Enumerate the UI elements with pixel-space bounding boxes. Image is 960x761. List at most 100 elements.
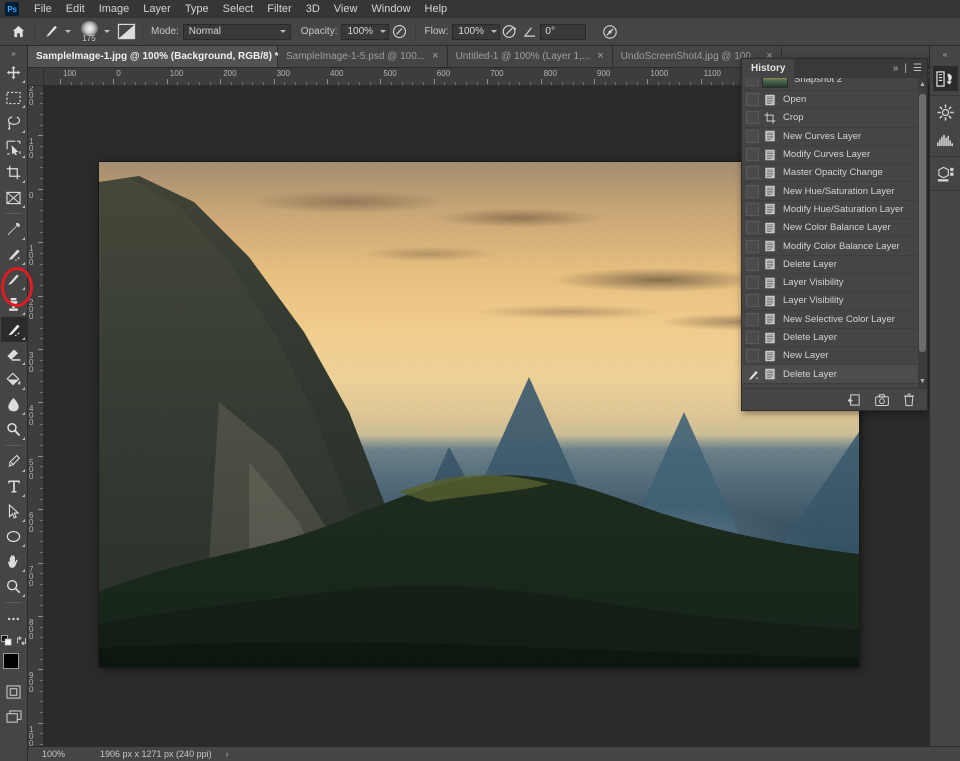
history-state-row[interactable]: New Color Balance Layer bbox=[742, 219, 927, 237]
scroll-up-icon[interactable]: ▲ bbox=[918, 78, 927, 91]
history-source-toggle[interactable] bbox=[746, 276, 759, 289]
ellipse-shape-tool[interactable] bbox=[1, 524, 27, 549]
move-tool[interactable] bbox=[1, 60, 27, 85]
double-chevron-right-icon[interactable]: » bbox=[893, 64, 899, 74]
toolbar-expand-icon[interactable]: » bbox=[0, 46, 28, 60]
history-state-row[interactable]: Modify Hue/Saturation Layer bbox=[742, 201, 927, 219]
history-source-toggle[interactable] bbox=[746, 221, 759, 234]
menu-item-filter[interactable]: Filter bbox=[260, 1, 298, 17]
history-state-list[interactable]: Snapshot 2OpenCropNew Curves LayerModify… bbox=[742, 78, 927, 388]
menu-item-layer[interactable]: Layer bbox=[136, 1, 178, 17]
history-source-toggle[interactable] bbox=[746, 258, 759, 271]
history-source-toggle[interactable] bbox=[746, 93, 759, 106]
edit-toolbar[interactable] bbox=[1, 606, 27, 631]
hand-tool[interactable] bbox=[1, 549, 27, 574]
history-source-toggle[interactable] bbox=[746, 349, 759, 362]
panel-menu-icon[interactable]: ☰ bbox=[913, 64, 922, 74]
brush-preset-icon[interactable] bbox=[41, 22, 61, 42]
ruler-corner[interactable] bbox=[28, 68, 44, 86]
clone-stamp-tool[interactable] bbox=[1, 292, 27, 317]
menu-item-image[interactable]: Image bbox=[92, 1, 137, 17]
eyedropper-tool[interactable] bbox=[1, 217, 27, 242]
pen-tool[interactable] bbox=[1, 449, 27, 474]
flow-input[interactable]: 100% bbox=[452, 24, 500, 40]
history-state-row[interactable]: Layer Visibility bbox=[742, 274, 927, 292]
document-tab-2[interactable]: Untitled-1 @ 100% (Layer 1,...× bbox=[448, 46, 613, 67]
scroll-down-icon[interactable]: ▼ bbox=[918, 375, 927, 388]
new-document-icon[interactable] bbox=[847, 393, 861, 407]
frame-tool[interactable] bbox=[1, 185, 27, 210]
quick-mask-icon[interactable] bbox=[1, 679, 27, 704]
airbrush-icon[interactable] bbox=[500, 22, 520, 42]
history-source-toggle[interactable] bbox=[746, 185, 759, 198]
history-source-toggle[interactable] bbox=[746, 111, 759, 124]
history-state-row[interactable]: Delete Layer bbox=[742, 256, 927, 274]
history-source-toggle[interactable] bbox=[746, 294, 759, 307]
vertical-ruler[interactable]: 2001000100200300400500600700800900100011… bbox=[28, 86, 44, 746]
history-state-row[interactable]: Crop bbox=[742, 109, 927, 127]
history-state-row[interactable]: Delete Layer bbox=[742, 329, 927, 347]
swap-colors-icon[interactable] bbox=[16, 633, 27, 651]
history-state-row[interactable]: Modify Curves Layer bbox=[742, 146, 927, 164]
menu-item-view[interactable]: View bbox=[327, 1, 365, 17]
gradient-tool[interactable] bbox=[1, 367, 27, 392]
angle-input[interactable]: 0° bbox=[540, 24, 586, 40]
dodge-tool[interactable] bbox=[1, 417, 27, 442]
history-state-row[interactable]: New Selective Color Layer bbox=[742, 311, 927, 329]
marquee-tool[interactable] bbox=[1, 85, 27, 110]
history-state-row[interactable]: New Hue/Saturation Layer bbox=[742, 182, 927, 200]
brush-tool[interactable] bbox=[1, 267, 27, 292]
history-state-row[interactable]: Delete Layer bbox=[742, 365, 927, 383]
brush-settings-icon[interactable] bbox=[116, 22, 136, 42]
menu-item-3d[interactable]: 3D bbox=[299, 1, 327, 17]
color-swatches[interactable] bbox=[1, 653, 27, 679]
history-state-row[interactable]: New Curves Layer bbox=[742, 128, 927, 146]
document-tab-0[interactable]: SampleImage-1.jpg @ 100% (Background, RG… bbox=[28, 46, 278, 67]
zoom-level-field[interactable]: 100% bbox=[28, 749, 90, 759]
history-brush-tool[interactable] bbox=[1, 317, 27, 342]
dock-collapse-icon[interactable]: « bbox=[930, 46, 960, 62]
history-snapshot-row[interactable]: Snapshot 2 bbox=[742, 78, 927, 91]
default-colors-icon[interactable] bbox=[1, 633, 12, 651]
properties-icon[interactable] bbox=[933, 161, 958, 186]
history-source-toggle[interactable] bbox=[746, 78, 759, 86]
spot-healing-brush-tool[interactable] bbox=[1, 242, 27, 267]
history-state-row[interactable]: Layer Visibility bbox=[742, 292, 927, 310]
history-source-toggle[interactable] bbox=[746, 313, 759, 326]
object-selection-tool[interactable] bbox=[1, 135, 27, 160]
eraser-tool[interactable] bbox=[1, 342, 27, 367]
foreground-color-swatch[interactable] bbox=[3, 653, 19, 669]
histogram-icon[interactable] bbox=[933, 127, 958, 152]
pressure-opacity-icon[interactable] bbox=[389, 22, 409, 42]
menu-item-type[interactable]: Type bbox=[178, 1, 216, 17]
history-panel-tab[interactable]: History bbox=[742, 59, 794, 78]
history-source-toggle[interactable] bbox=[746, 130, 759, 143]
history-state-row[interactable]: Master Opacity Change bbox=[742, 164, 927, 182]
history-panel-icon[interactable] bbox=[933, 66, 958, 91]
history-source-toggle[interactable] bbox=[746, 240, 759, 253]
brush-preset-chevron-down-icon[interactable] bbox=[61, 25, 74, 39]
screen-mode-icon[interactable] bbox=[1, 704, 27, 729]
adjustments-gear-icon[interactable] bbox=[933, 100, 958, 125]
trash-icon[interactable] bbox=[903, 393, 915, 407]
close-icon[interactable]: × bbox=[597, 51, 603, 62]
menu-item-file[interactable]: File bbox=[27, 1, 59, 17]
crop-tool[interactable] bbox=[1, 160, 27, 185]
path-selection-tool[interactable] bbox=[1, 499, 27, 524]
document-tab-1[interactable]: SampleImage-1-5.psd @ 100...× bbox=[278, 46, 448, 67]
home-icon[interactable] bbox=[8, 22, 28, 42]
opacity-input[interactable]: 100% bbox=[341, 24, 389, 40]
history-scrollbar[interactable]: ▲ ▼ bbox=[918, 78, 927, 388]
blend-mode-select[interactable]: Normal bbox=[183, 24, 291, 40]
chevron-right-icon[interactable]: › bbox=[226, 749, 229, 759]
brush-size-preview[interactable]: 175 bbox=[78, 21, 100, 43]
history-panel[interactable]: History » | ☰ Snapshot 2OpenCropNew Curv… bbox=[741, 58, 928, 411]
history-state-row[interactable]: Modify Color Balance Layer bbox=[742, 237, 927, 255]
menu-item-select[interactable]: Select bbox=[216, 1, 261, 17]
type-tool[interactable] bbox=[1, 474, 27, 499]
history-state-row[interactable]: New Layer bbox=[742, 347, 927, 365]
zoom-tool[interactable] bbox=[1, 574, 27, 599]
camera-icon[interactable] bbox=[875, 394, 889, 406]
history-source-toggle[interactable] bbox=[746, 148, 759, 161]
history-source-toggle[interactable] bbox=[746, 203, 759, 216]
